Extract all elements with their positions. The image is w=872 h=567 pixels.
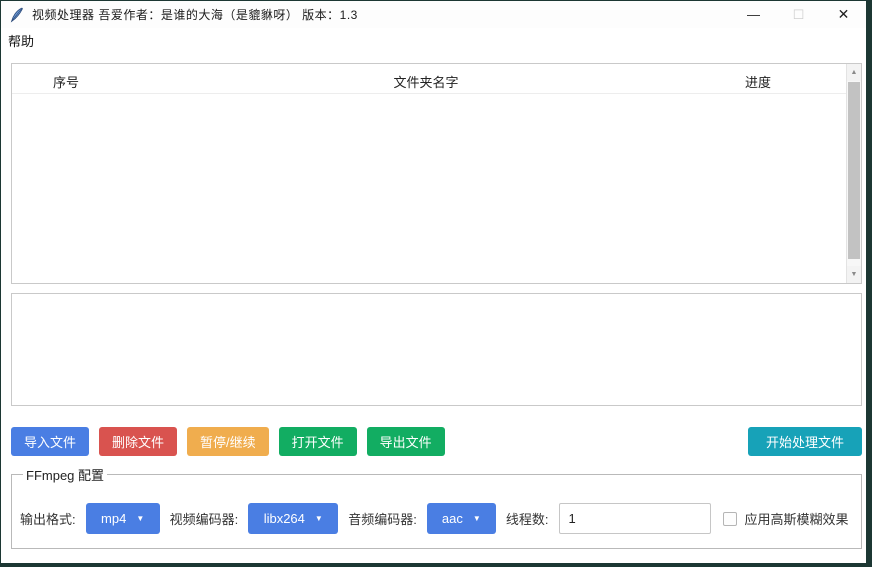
open-files-button[interactable]: 打开文件 bbox=[279, 427, 357, 456]
menubar: 帮助 bbox=[1, 28, 866, 53]
audio-encoder-value: aac bbox=[442, 511, 463, 526]
scrollbar-thumb[interactable] bbox=[848, 82, 860, 259]
table-scrollbar[interactable]: ▲ ▼ bbox=[846, 64, 861, 283]
output-format-label: 输出格式: bbox=[20, 509, 76, 528]
video-encoder-label: 视频编码器: bbox=[170, 509, 239, 528]
ffmpeg-config-group: FFmpeg 配置 输出格式: mp4 ▼ 视频编码器: libx264 ▼ 音… bbox=[11, 465, 862, 549]
audio-encoder-dropdown[interactable]: aac ▼ bbox=[427, 503, 496, 534]
feather-app-icon bbox=[9, 7, 25, 23]
window-title: 视频处理器 吾爱作者：是谁的大海（是貔貅呀） 版本：1.3 bbox=[32, 6, 358, 23]
threads-label: 线程数: bbox=[506, 509, 549, 528]
import-files-button[interactable]: 导入文件 bbox=[11, 427, 89, 456]
column-header-folder[interactable]: 文件夹名字 bbox=[393, 72, 458, 91]
menu-help[interactable]: 帮助 bbox=[1, 28, 41, 53]
maximize-button[interactable]: ☐ bbox=[776, 1, 821, 28]
log-panel[interactable] bbox=[11, 293, 862, 406]
output-format-value: mp4 bbox=[101, 511, 126, 526]
threads-input[interactable] bbox=[559, 503, 711, 534]
chevron-down-icon: ▼ bbox=[315, 515, 323, 523]
scrollbar-up-icon[interactable]: ▲ bbox=[847, 64, 861, 81]
pause-resume-button[interactable]: 暂停/继续 bbox=[187, 427, 269, 456]
video-encoder-dropdown[interactable]: libx264 ▼ bbox=[248, 503, 338, 534]
video-encoder-value: libx264 bbox=[264, 511, 305, 526]
ffmpeg-config-row: 输出格式: mp4 ▼ 视频编码器: libx264 ▼ 音频编码器: aac … bbox=[20, 503, 853, 534]
chevron-down-icon: ▼ bbox=[136, 515, 144, 523]
minimize-button[interactable]: — bbox=[731, 1, 776, 28]
chevron-down-icon: ▼ bbox=[473, 515, 481, 523]
close-button[interactable]: ✕ bbox=[821, 1, 866, 28]
gaussian-blur-label: 应用高斯模糊效果 bbox=[745, 509, 849, 528]
window-controls: — ☐ ✕ bbox=[731, 1, 866, 28]
export-files-button[interactable]: 导出文件 bbox=[367, 427, 445, 456]
start-processing-button[interactable]: 开始处理文件 bbox=[748, 427, 862, 456]
file-table-header: 序号 文件夹名字 进度 bbox=[12, 64, 861, 94]
action-button-row: 导入文件 删除文件 暂停/继续 打开文件 导出文件 开始处理文件 bbox=[11, 427, 862, 456]
ffmpeg-config-legend: FFmpeg 配置 bbox=[23, 465, 107, 484]
column-header-progress[interactable]: 进度 bbox=[745, 72, 771, 91]
titlebar: 视频处理器 吾爱作者：是谁的大海（是貔貅呀） 版本：1.3 — ☐ ✕ bbox=[1, 1, 866, 28]
delete-files-button[interactable]: 删除文件 bbox=[99, 427, 177, 456]
gaussian-blur-checkbox[interactable] bbox=[723, 512, 737, 526]
file-table[interactable]: 序号 文件夹名字 进度 ▲ ▼ bbox=[11, 63, 862, 284]
app-window: 视频处理器 吾爱作者：是谁的大海（是貔貅呀） 版本：1.3 — ☐ ✕ 帮助 序… bbox=[1, 1, 866, 563]
audio-encoder-label: 音频编码器: bbox=[348, 509, 417, 528]
column-header-index[interactable]: 序号 bbox=[53, 72, 79, 91]
output-format-dropdown[interactable]: mp4 ▼ bbox=[86, 503, 160, 534]
scrollbar-down-icon[interactable]: ▼ bbox=[847, 266, 861, 283]
